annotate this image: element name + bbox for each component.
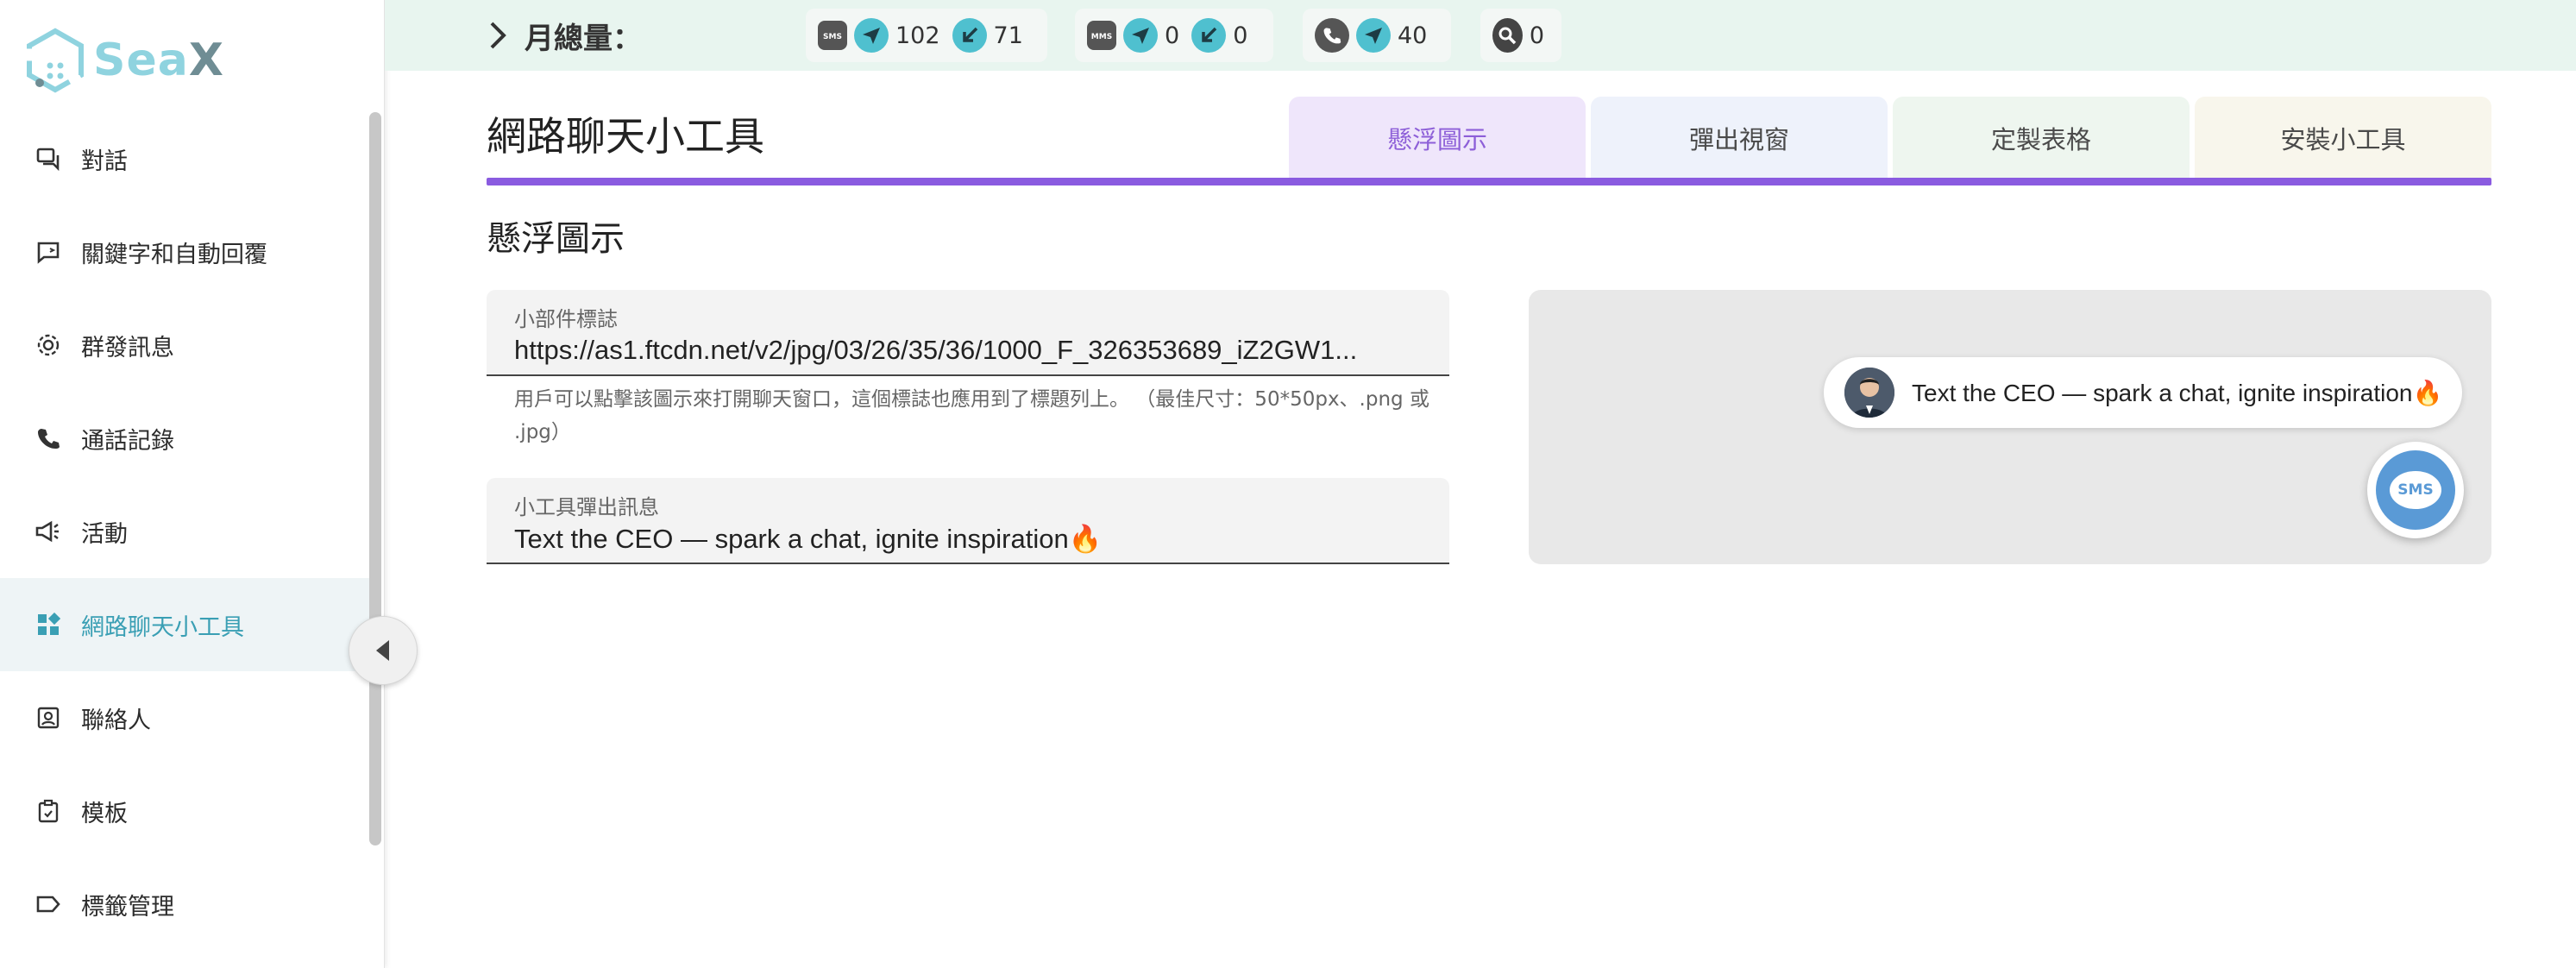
logo-text: SeaX [93,35,224,86]
preview-sms-button[interactable]: SMS [2367,442,2464,538]
sidebar-item-label: 模板 [81,800,128,827]
monthly-total-label: 月總量： [525,21,642,56]
svg-text:MMS: MMS [1091,33,1112,41]
call-usage-group: 40 [1303,9,1451,62]
received-arrow-icon [1191,18,1227,53]
sidebar-item-label: 對話 [81,148,128,175]
sidebar-item-templates[interactable]: 模板 [0,764,369,858]
sidebar-item-call-log[interactable]: 通話記錄 [0,392,369,485]
sidebar-item-label: 關鍵字和自動回覆 [81,241,267,268]
preview-popup-text: Text the CEO — spark a chat, ignite insp… [1912,379,2443,406]
sidebar-item-label: 標籤管理 [81,893,174,921]
search-icon [1492,18,1523,53]
sidebar-item-label: 聯絡人 [81,707,151,734]
sms-usage-group: SMS 102 71 [806,9,1047,62]
tab-custom-form[interactable]: 定製表格 [1893,97,2190,179]
widget-preview: Text the CEO — spark a chat, ignite insp… [1529,290,2491,564]
sidebar-item-campaign[interactable]: 活動 [0,485,369,578]
mms-received-count: 0 [1233,22,1248,49]
widget-logo-input[interactable]: https://as1.ftcdn.net/v2/jpg/03/26/35/36… [514,335,1411,366]
sms-chat-icon: SMS [2390,471,2441,509]
popup-message-field[interactable]: 小工具彈出訊息 Text the CEO — spark a chat, ign… [487,478,1449,564]
gear-icon [35,331,62,359]
widget-logo-label: 小部件標誌 [514,307,618,331]
sidebar-item-tags[interactable]: 標籤管理 [0,858,369,951]
sidebar-item-label: 網路聊天小工具 [81,613,244,641]
sms-button-label: SMS [2397,481,2434,499]
phone-icon [1315,18,1349,53]
logo-x: X [188,35,224,86]
sent-plane-icon [854,18,889,53]
search-count: 0 [1529,22,1544,49]
mms-icon: MMS [1087,21,1116,50]
sidebar: SeaX 對話 關鍵字和自動回覆 群發訊息 通話記錄 活動 網路聊天小工具 聯絡… [0,0,385,968]
section-title: 懸浮圖示 [487,219,625,259]
preview-popup-bubble[interactable]: Text the CEO — spark a chat, ignite insp… [1824,357,2462,428]
sidebar-item-broadcast[interactable]: 群發訊息 [0,299,369,392]
tag-icon [35,890,62,918]
chat-icon [35,145,62,173]
sms-icon: SMS [818,21,847,50]
sent-plane-icon [1123,18,1158,53]
widget-icon [35,611,62,638]
sidebar-item-chat[interactable]: 對話 [0,112,369,205]
mms-usage-group: MMS 0 0 [1075,9,1273,62]
sidebar-item-label: 群發訊息 [81,334,174,361]
page-title: 網路聊天小工具 [487,113,764,160]
mms-sent-count: 0 [1165,22,1180,49]
phone-icon [35,424,62,452]
auto-reply-icon [35,238,62,266]
tab-install-widget[interactable]: 安裝小工具 [2195,97,2491,179]
app-logo[interactable]: SeaX [24,26,224,95]
sent-plane-icon [1356,18,1391,53]
chevron-right-icon[interactable] [488,18,511,53]
sidebar-item-contacts[interactable]: 聯絡人 [0,671,369,764]
contact-icon [35,704,62,732]
tab-popup-window[interactable]: 彈出視窗 [1591,97,1888,179]
avatar [1844,368,1894,418]
sidebar-scrollbar[interactable] [369,112,381,845]
sidebar-item-label: 通話記錄 [81,427,174,455]
svg-text:SMS: SMS [823,33,842,41]
received-arrow-icon [952,18,987,53]
logo-hex-icon [27,28,84,93]
call-count: 40 [1398,22,1428,49]
megaphone-icon [35,518,62,545]
active-tab-indicator [487,178,2491,185]
logo-sea: Sea [93,35,189,86]
sidebar-nav: 對話 關鍵字和自動回覆 群發訊息 通話記錄 活動 網路聊天小工具 聯絡人 模板 … [0,112,369,951]
tab-floating-icon[interactable]: 懸浮圖示 [1289,97,1586,179]
sidebar-item-label: 活動 [81,520,128,548]
widget-logo-helper-text: 用戶可以點擊該圖示來打開聊天窗口，這個標誌也應用到了標題列上。 （最佳尺寸：50… [514,388,1429,443]
sms-received-count: 71 [993,22,1023,49]
sidebar-item-auto-reply[interactable]: 關鍵字和自動回覆 [0,205,369,299]
widget-tabs: 懸浮圖示 彈出視窗 定製表格 安裝小工具 [1289,97,2491,179]
widget-logo-field[interactable]: 小部件標誌 https://as1.ftcdn.net/v2/jpg/03/26… [487,290,1449,376]
sidebar-collapse-button[interactable] [349,616,418,685]
sms-sent-count: 102 [895,22,940,49]
template-icon [35,797,62,825]
chevron-left-icon [376,640,389,661]
popup-message-input[interactable]: Text the CEO — spark a chat, ignite insp… [514,523,1411,555]
sidebar-item-web-chat-widget[interactable]: 網路聊天小工具 [0,578,369,671]
popup-message-label: 小工具彈出訊息 [514,495,659,519]
search-usage-group: 0 [1480,9,1561,62]
